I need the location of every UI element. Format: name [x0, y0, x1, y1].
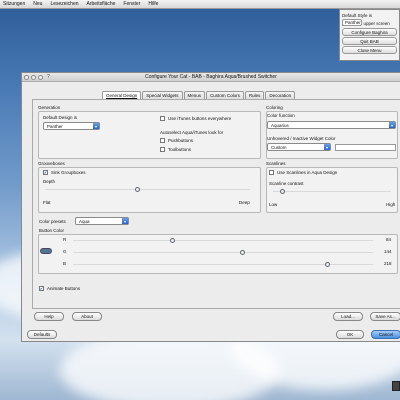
- chevron-down-icon: ▾: [122, 218, 128, 224]
- default-style-label: Default Style is: [342, 12, 373, 18]
- load-button[interactable]: Load...: [333, 312, 363, 321]
- tab-rules[interactable]: Rules: [244, 91, 265, 99]
- menu-lesezeichen[interactable]: Lesezeichen: [50, 1, 78, 7]
- deep-label: Deep: [239, 200, 250, 205]
- animate-buttons-checkbox[interactable]: ✔: [39, 286, 44, 291]
- scanline-contrast-label: Scanline contrast: [269, 181, 304, 186]
- chevron-down-icon: ▾: [93, 123, 99, 129]
- scanline-contrast-handle[interactable]: [279, 189, 285, 194]
- flat-label: Flat: [43, 200, 51, 205]
- default-design-value: Panther: [47, 123, 63, 129]
- color-presets-value: Aqua: [79, 218, 90, 224]
- unhovered-label: Unhovered / Inactive Widget Color: [267, 136, 336, 141]
- chevron-down-icon: ▾: [389, 122, 395, 128]
- bab-popup-menu: Default Style is Panther ✔Round upper sc…: [339, 9, 400, 61]
- coloring-group: [266, 111, 398, 159]
- g-label: G: [63, 249, 67, 254]
- animate-buttons-label: Animate Buttons: [47, 286, 81, 291]
- button-color-preview: [40, 248, 52, 254]
- itunes-checkbox[interactable]: [160, 116, 165, 121]
- toolbuttons-checkbox[interactable]: [160, 147, 165, 152]
- r-value: 84: [386, 237, 392, 242]
- default-design-label: Default Design is: [43, 115, 78, 120]
- scanline-contrast-track[interactable]: [273, 189, 391, 194]
- scanlines-title: Scanlines: [266, 161, 286, 166]
- b-label: B: [63, 261, 67, 266]
- defaults-button[interactable]: Defaults: [27, 330, 57, 339]
- menu-hilfe[interactable]: Hilfe: [148, 1, 158, 7]
- tab-bar: General Design Special Widgets Menus Cus…: [102, 91, 296, 99]
- default-design-select[interactable]: Panther ▾: [43, 122, 100, 130]
- save-as-button[interactable]: Save As...: [370, 312, 400, 321]
- toolbuttons-label: Toolbuttons: [168, 147, 192, 152]
- color-function-label: Color function: [267, 113, 295, 118]
- configure-baghira-button[interactable]: Configure Baghira: [342, 28, 397, 36]
- use-scanlines-checkbox[interactable]: [269, 170, 274, 175]
- dock-icon[interactable]: [392, 381, 400, 391]
- tab-custom-colors[interactable]: Custom Colors: [206, 91, 244, 99]
- menu-sitzungen[interactable]: Sitzungen: [3, 1, 25, 7]
- config-window: ? Configure Your Cat - BAB - Baghira Aqu…: [21, 72, 400, 342]
- depth-slider-track[interactable]: [45, 187, 250, 192]
- g-value: 144: [384, 249, 392, 254]
- blue-slider-track[interactable]: [73, 262, 373, 267]
- quit-bab-button[interactable]: Quit BAB: [342, 37, 397, 45]
- red-slider-track[interactable]: [73, 238, 373, 243]
- depth-slider-handle[interactable]: [135, 187, 140, 192]
- button-color-title: Button Color: [39, 228, 65, 233]
- close-menu-button[interactable]: Close Menu: [342, 46, 397, 54]
- coloring-title: Coloring: [266, 105, 283, 110]
- title-bar: ? Configure Your Cat - BAB - Baghira Aqu…: [22, 73, 400, 82]
- help-button[interactable]: Help: [34, 312, 64, 321]
- low-label: Low: [269, 202, 278, 207]
- menu-arbeitsflaeche[interactable]: Arbeitsfläche: [87, 1, 116, 7]
- cancel-button[interactable]: Cancel: [371, 330, 400, 339]
- about-button[interactable]: About: [72, 312, 102, 321]
- general-design-pane: Generation Default Design is Panther ▾ Us…: [32, 99, 400, 309]
- color-presets-label: Color presets: [39, 219, 66, 224]
- generation-title: Generation: [38, 105, 61, 110]
- pushbuttons-checkbox[interactable]: [160, 138, 165, 143]
- unhovered-color-field[interactable]: [335, 144, 396, 151]
- color-function-select[interactable]: Aquarius ▾: [267, 121, 396, 129]
- green-slider-track[interactable]: [73, 250, 373, 255]
- color-presets-select[interactable]: Aqua ▾: [75, 217, 129, 225]
- unhovered-value: Custom: [271, 144, 287, 150]
- menu-neu[interactable]: Neu: [33, 1, 42, 7]
- unhovered-select[interactable]: Custom ▾: [267, 143, 331, 151]
- sink-groupboxes-checkbox[interactable]: ✔: [43, 170, 48, 175]
- depth-label: Depth: [43, 179, 56, 184]
- tab-decoration[interactable]: Decoration: [265, 91, 296, 99]
- r-label: R: [63, 237, 67, 242]
- green-slider-handle[interactable]: [239, 250, 245, 255]
- itunes-label: Use iTunes buttons everywhere: [168, 116, 232, 121]
- pushbuttons-label: Pushbuttons: [168, 138, 194, 143]
- tab-menus[interactable]: Menus: [183, 91, 206, 99]
- use-scanlines-label: Use Scanlines in Aqua Design: [277, 170, 338, 175]
- style-select[interactable]: Panther: [342, 19, 362, 26]
- ok-button[interactable]: OK: [336, 330, 364, 339]
- high-label: High: [386, 202, 396, 207]
- tab-special-widgets[interactable]: Special Widgets: [142, 91, 183, 99]
- grooveboxes-title: Grooveboxes: [38, 161, 65, 166]
- tab-general-design[interactable]: General Design: [102, 91, 142, 99]
- menu-bar: Sitzungen Neu Lesezeichen Arbeitsfläche …: [0, 0, 400, 9]
- menu-fenster[interactable]: Fenster: [123, 1, 140, 7]
- sink-groupboxes-label: Sink Groupboxes: [51, 170, 86, 175]
- b-value: 218: [384, 261, 392, 266]
- autoselect-label: Autoselect Aqua/iTunes look for: [160, 130, 224, 135]
- window-title: Configure Your Cat - BAB - Baghira Aqua/…: [145, 74, 277, 80]
- chevron-down-icon: ▾: [324, 144, 330, 150]
- color-function-value: Aquarius: [271, 122, 289, 128]
